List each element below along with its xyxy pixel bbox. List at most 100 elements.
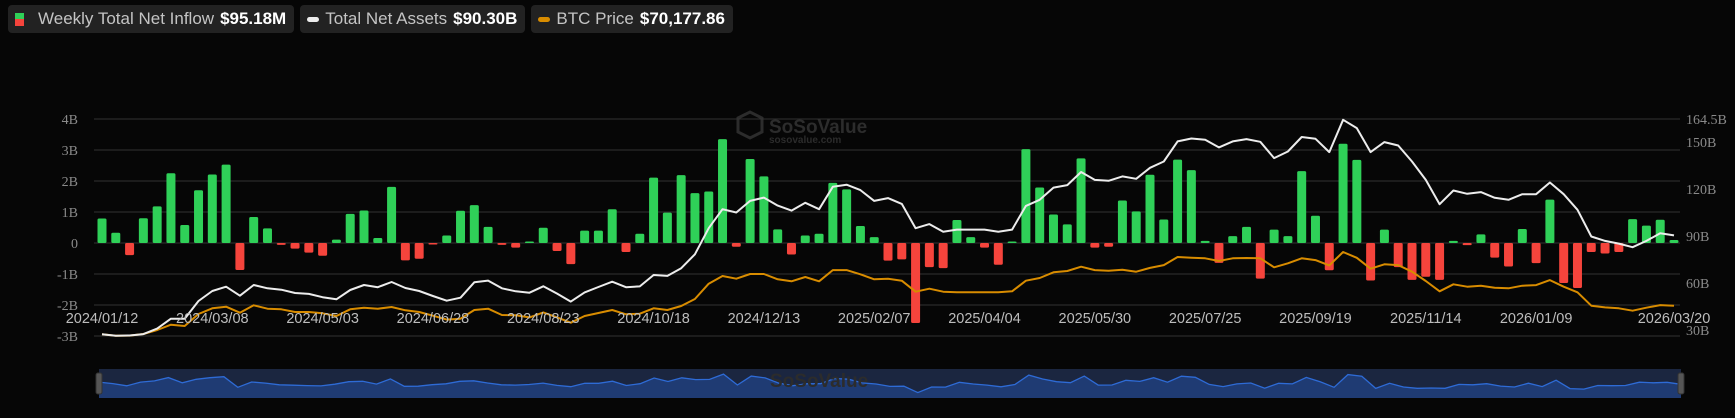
inflow-bar — [387, 186, 397, 243]
x-axis-tick-label: 2025/04/04 — [948, 311, 1021, 327]
inflow-bar — [1669, 240, 1679, 243]
inflow-bar — [869, 237, 879, 243]
inflow-bar — [359, 210, 369, 243]
inflow-bar — [1517, 229, 1527, 243]
inflow-bar — [966, 237, 976, 243]
x-axis-tick-label: 2024/01/12 — [66, 311, 139, 327]
inflow-bar — [800, 235, 810, 243]
inflow-bar — [1117, 200, 1127, 243]
right-axis-tick-label: 120B — [1686, 183, 1716, 198]
x-axis-tick-label: 2025/11/14 — [1390, 311, 1462, 327]
inflow-bar — [290, 243, 300, 249]
left-axis-tick-label: -1B — [57, 268, 78, 283]
inflow-bar — [1462, 243, 1472, 246]
inflow-bar — [1366, 243, 1376, 281]
inflow-bar — [1048, 214, 1058, 243]
inflow-bar — [1062, 224, 1072, 243]
x-axis-tick-label: 2024/12/13 — [728, 311, 801, 327]
inflow-bar — [1655, 219, 1665, 243]
inflow-bar — [511, 243, 521, 248]
navigator-left-handle[interactable] — [95, 372, 103, 395]
inflow-bar — [152, 206, 162, 243]
inflow-bar — [111, 232, 121, 243]
inflow-bar — [166, 173, 176, 243]
inflow-bar — [235, 243, 245, 270]
inflow-bar — [469, 205, 479, 243]
inflow-bar — [262, 228, 272, 243]
inflow-bar — [814, 233, 824, 243]
inflow-bar — [1090, 243, 1100, 248]
inflow-bar — [442, 235, 452, 243]
inflow-bar — [662, 212, 672, 243]
inflow-bar — [1104, 243, 1114, 247]
inflow-bar — [718, 139, 728, 243]
inflow-bar — [993, 243, 1003, 265]
inflow-bar — [97, 218, 107, 243]
inflow-bar — [1021, 149, 1031, 243]
inflow-bar — [690, 193, 700, 243]
inflow-bar — [1007, 241, 1017, 243]
x-axis-tick-label: 2025/07/25 — [1169, 311, 1242, 327]
inflow-bar — [524, 241, 534, 243]
navigator-right-handle[interactable] — [1677, 372, 1685, 395]
inflow-bar — [1145, 174, 1155, 243]
inflow-bar — [676, 175, 686, 243]
x-axis-tick-label: 2024/05/03 — [286, 311, 359, 327]
inflow-bar — [1283, 236, 1293, 243]
inflow-bar — [1338, 143, 1348, 243]
inflow-bar — [194, 190, 204, 243]
inflow-bar — [1421, 243, 1431, 277]
inflow-bar — [207, 174, 217, 243]
x-axis-tick-label: 2024/08/23 — [507, 311, 580, 327]
left-axis-tick-label: 2B — [62, 175, 78, 190]
inflow-bar — [428, 243, 438, 245]
inflow-bar — [1504, 243, 1514, 267]
inflow-bar — [911, 243, 921, 323]
right-axis-tick-label: 90B — [1686, 230, 1709, 245]
inflow-bar — [786, 243, 796, 255]
inflow-bar — [1393, 243, 1403, 268]
inflow-bar — [635, 233, 645, 243]
inflow-bar — [1173, 159, 1183, 243]
inflow-bar — [1559, 243, 1569, 283]
inflow-bar — [897, 243, 907, 260]
inflow-bar — [552, 243, 562, 252]
total-net-assets-line — [101, 118, 1675, 337]
inflow-bar — [1600, 243, 1610, 254]
x-axis-tick-label: 2024/10/18 — [617, 311, 690, 327]
x-axis-tick-label: 2024/03/08 — [176, 311, 249, 327]
x-axis-tick-label: 2025/09/19 — [1279, 311, 1352, 327]
inflow-bar — [759, 176, 769, 243]
navigator-watermark-brand: SoSoValue — [770, 371, 868, 392]
inflow-bar — [1531, 243, 1541, 264]
left-axis-tick-label: -3B — [57, 330, 78, 345]
inflow-bar — [304, 243, 314, 253]
x-axis-tick-label: 2026/03/20 — [1638, 311, 1711, 327]
inflow-bar — [276, 243, 286, 245]
watermark-logo: SoSoValue sosovalue.com — [736, 110, 867, 146]
inflow-bar — [1448, 240, 1458, 243]
inflow-bar — [952, 220, 962, 243]
inflow-bar — [1131, 211, 1141, 243]
inflow-bar — [883, 243, 893, 261]
inflow-bar — [414, 243, 424, 259]
inflow-bar — [1490, 243, 1500, 258]
inflow-bar — [1186, 170, 1196, 243]
inflow-bar — [842, 189, 852, 243]
inflow-bar — [318, 243, 328, 256]
x-axis-tick-label: 2025/02/07 — [838, 311, 911, 327]
x-axis-tick-label: 2026/01/09 — [1500, 311, 1573, 327]
inflow-bar — [1572, 243, 1582, 288]
left-axis-tick-label: 3B — [62, 144, 78, 159]
inflow-bar — [1228, 236, 1238, 243]
inflow-bar — [1476, 234, 1486, 243]
chart: SoSoValue sosovalue.com 4B3B2B1B0-1B-2B-… — [57, 110, 1727, 398]
inflow-bar — [1352, 159, 1362, 243]
inflow-bar — [221, 164, 231, 243]
inflow-bar — [593, 230, 603, 243]
inflow-bar — [773, 229, 783, 243]
inflow-bar — [400, 243, 410, 261]
inflow-bar — [1628, 219, 1638, 243]
inflow-bar — [1159, 219, 1169, 243]
inflow-bar — [125, 243, 135, 256]
